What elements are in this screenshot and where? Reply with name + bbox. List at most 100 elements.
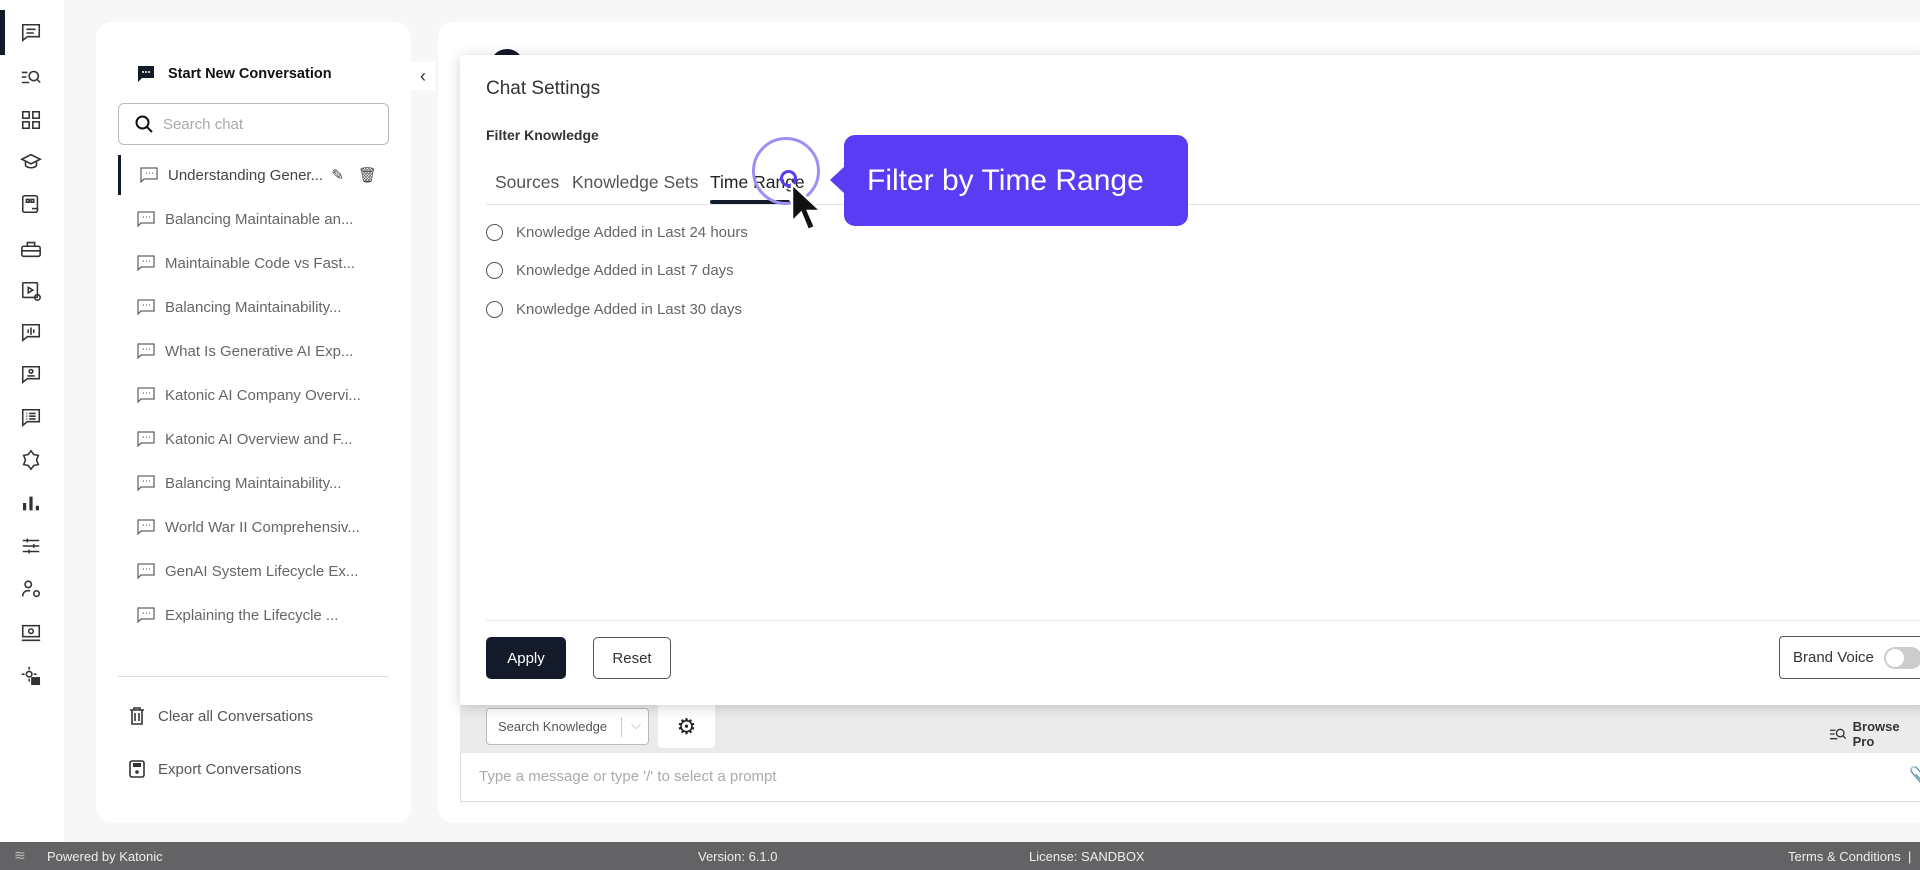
conversation-item[interactable]: Understanding Gener... ✎ 🗑: [118, 155, 389, 195]
conversation-item[interactable]: Balancing Maintainability...: [118, 463, 389, 503]
radio-label: Knowledge Added in Last 7 days: [516, 262, 734, 279]
monitor-search-icon[interactable]: [19, 621, 43, 645]
video-settings-icon[interactable]: [19, 279, 43, 303]
conversation-title: Explaining the Lifecycle ...: [165, 606, 339, 624]
save-icon: [129, 760, 145, 778]
settings-gear-button[interactable]: ⚙: [658, 705, 715, 748]
mouse-cursor-icon: [790, 182, 825, 232]
message-placeholder: Type a message or type '/' to select a p…: [479, 768, 777, 785]
extensions-icon[interactable]: [19, 448, 43, 472]
conversation-title: Balancing Maintainability...: [165, 474, 342, 492]
browse-prompts-icon[interactable]: [19, 65, 43, 89]
knowledge-link-icon[interactable]: [19, 192, 43, 216]
start-new-conversation-label: Start New Conversation: [168, 66, 332, 82]
conversation-item[interactable]: Balancing Maintainable an...: [118, 199, 389, 239]
sliders-icon[interactable]: [19, 534, 43, 558]
conversation-item[interactable]: GenAI System Lifecycle Ex...: [118, 551, 389, 591]
chat-bubble-outline-icon: [137, 343, 155, 359]
radio-label: Knowledge Added in Last 24 hours: [516, 224, 748, 241]
conversation-item[interactable]: Katonic AI Overview and F...: [118, 419, 389, 459]
contact-chat-icon[interactable]: [19, 363, 43, 387]
clear-all-conversations-button[interactable]: Clear all Conversations: [128, 706, 313, 726]
conversation-title: Katonic AI Overview and F...: [165, 430, 353, 448]
export-label: Export Conversations: [158, 760, 302, 778]
chat-bubble-icon: [138, 66, 154, 82]
conversation-title: Maintainable Code vs Fast...: [165, 254, 356, 272]
brand-voice-toggle[interactable]: [1883, 646, 1920, 669]
search-knowledge-label: Search Knowledge: [498, 719, 608, 734]
analytics-icon[interactable]: [19, 491, 43, 515]
conversation-item[interactable]: Katonic AI Company Overvi...: [118, 375, 389, 415]
chat-bubble-outline-icon: [137, 607, 155, 623]
conversation-item[interactable]: Explaining the Lifecycle ...: [118, 595, 389, 635]
conversation-title: Balancing Maintainable an...: [165, 210, 354, 228]
search-icon: [135, 115, 153, 133]
edit-icon[interactable]: ✎: [331, 166, 344, 184]
conversation-item[interactable]: What Is Generative AI Exp...: [118, 331, 389, 371]
tab-sources[interactable]: Sources: [495, 172, 559, 193]
brand-voice-control: Brand Voice: [1779, 636, 1920, 679]
brand-voice-label: Brand Voice: [1793, 649, 1874, 666]
trash-icon: [130, 707, 144, 725]
sidebar-divider: [118, 676, 389, 677]
tooltip-text: Filter by Time Range: [867, 163, 1144, 197]
list-chat-icon[interactable]: [19, 406, 43, 430]
export-conversations-button[interactable]: Export Conversations: [128, 759, 301, 779]
terms-link[interactable]: Terms & Conditions: [1788, 849, 1901, 864]
voice-chat-icon[interactable]: [19, 321, 43, 345]
radio-circle[interactable]: [486, 301, 503, 318]
reset-button[interactable]: Reset: [593, 637, 671, 679]
search-chat-input[interactable]: [163, 115, 363, 133]
conversation-title: GenAI System Lifecycle Ex...: [165, 562, 359, 580]
modal-footer-divider: [486, 620, 1920, 621]
user-settings-icon[interactable]: [19, 577, 43, 601]
message-input[interactable]: Type a message or type '/' to select a p…: [460, 753, 1920, 802]
tab-knowledge-sets[interactable]: Knowledge Sets: [572, 172, 698, 193]
delete-icon[interactable]: 🗑: [358, 166, 377, 184]
modal-title: Chat Settings: [486, 78, 601, 99]
active-indicator: [0, 10, 5, 55]
conversation-item[interactable]: Maintainable Code vs Fast...: [118, 243, 389, 283]
browse-prompts-label: Browse Pro: [1852, 719, 1900, 749]
conversation-title: What Is Generative AI Exp...: [165, 342, 354, 360]
search-chat-field[interactable]: [118, 103, 389, 145]
gear-icon: ⚙: [676, 713, 697, 739]
tooltip-filter-time-range: Filter by Time Range: [830, 135, 1188, 226]
radio-last-24-hours[interactable]: Knowledge Added in Last 24 hours: [486, 224, 748, 241]
katonic-logo-icon: ≋: [14, 847, 26, 863]
dashboard-icon[interactable]: [19, 108, 43, 132]
attach-icon[interactable]: 📎: [1909, 766, 1920, 787]
footer-separator: |: [1908, 849, 1912, 864]
apply-button[interactable]: Apply: [486, 637, 566, 679]
chat-bubble-outline-icon: [137, 299, 155, 315]
chat-bubble-outline-icon: [137, 563, 155, 579]
radio-circle[interactable]: [486, 224, 503, 241]
composer-toolbar: Search Knowledge ⌵ ⚙ Browse Pro: [460, 705, 1920, 753]
admin-settings-icon[interactable]: [19, 664, 43, 688]
conversation-title: World War II Comprehensiv...: [165, 518, 360, 536]
conversation-item[interactable]: World War II Comprehensiv...: [118, 507, 389, 547]
radio-last-7-days[interactable]: Knowledge Added in Last 7 days: [486, 262, 734, 279]
radio-last-30-days[interactable]: Knowledge Added in Last 30 days: [486, 301, 742, 318]
license-text: License: SANDBOX: [1029, 849, 1145, 864]
radio-circle[interactable]: [486, 262, 503, 279]
chevron-down-icon: ⌵: [631, 717, 641, 732]
powered-by-text: Powered by Katonic: [47, 849, 163, 864]
browse-prompts-button[interactable]: Browse Pro: [1829, 719, 1920, 749]
search-knowledge-select[interactable]: Search Knowledge ⌵: [486, 708, 649, 745]
browse-prompts-icon: [1829, 728, 1847, 740]
chat-bubble-outline-icon: [137, 255, 155, 271]
version-text: Version: 6.1.0: [698, 849, 778, 864]
collapse-sidebar-button[interactable]: ‹: [411, 62, 435, 90]
chat-bubble-outline-icon: [137, 431, 155, 447]
start-new-conversation-button[interactable]: Start New Conversation: [136, 64, 332, 84]
toolbox-icon[interactable]: [19, 237, 43, 261]
conversation-title: Balancing Maintainability...: [165, 298, 342, 316]
chat-icon[interactable]: [19, 21, 43, 45]
learning-icon[interactable]: [19, 150, 43, 174]
chat-bubble-outline-icon: [137, 519, 155, 535]
chat-bubble-outline-icon: [137, 211, 155, 227]
clear-all-label: Clear all Conversations: [158, 707, 314, 725]
conversation-title: Katonic AI Company Overvi...: [165, 386, 361, 404]
conversation-item[interactable]: Balancing Maintainability...: [118, 287, 389, 327]
